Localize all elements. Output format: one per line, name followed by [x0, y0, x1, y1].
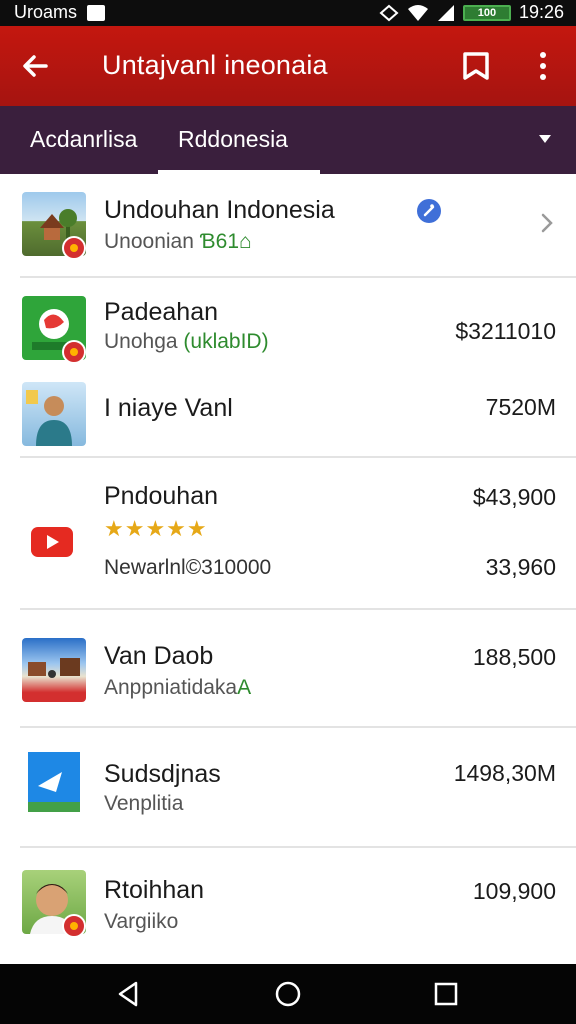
item-title: Pndouhan [104, 482, 219, 510]
bookmark-icon[interactable] [460, 50, 492, 82]
item-subtitle: Newarlnl©310000 [104, 556, 272, 579]
item-thumbnail [22, 752, 86, 816]
item-title: Van Daob [104, 642, 214, 670]
youtube-icon [31, 527, 73, 557]
item-subtitle: Venplitia [104, 792, 184, 815]
item-subtitle: Unoonian Ɓ61⌂ [104, 230, 252, 253]
item-value: 188,500 [472, 644, 556, 670]
badge-icon [62, 340, 86, 364]
rating-stars: ★★★★★ [104, 516, 208, 541]
clock: 19:26 [518, 2, 564, 22]
item-secondary-value: 33,960 [485, 554, 556, 580]
badge-icon [62, 236, 86, 260]
more-options-icon[interactable] [532, 50, 554, 82]
info-icon[interactable] [416, 198, 442, 224]
list-item[interactable]: Undouhan Indonesia Unoonian Ɓ61⌂ [0, 174, 576, 276]
list-item[interactable]: Pndouhan ★★★★★ Newarlnl©310000 $43,900 3… [0, 458, 576, 608]
item-title: I niaye Vanl [104, 394, 233, 422]
app-bar: Untajvanl ineonaia [0, 26, 576, 106]
list-item[interactable]: I niaye Vanl 7520M [0, 364, 576, 454]
item-subtitle: Vargiiko [104, 910, 179, 933]
item-value: 1498,30M [453, 760, 556, 786]
item-title: Undouhan Indonesia [104, 196, 335, 224]
tab-bar: Acdanrlisa Rddonesia [0, 106, 576, 174]
item-title: Sudsdjnas [104, 760, 221, 788]
battery-icon: 100 [462, 4, 511, 21]
item-thumbnail [22, 638, 86, 702]
notification-icon [87, 4, 106, 21]
home-circle-icon[interactable] [274, 980, 302, 1008]
item-subtitle: Unohga (uklabID) [104, 330, 269, 353]
back-triangle-icon[interactable] [114, 980, 142, 1008]
list-item[interactable]: Padeahan Unohga (uklabID) $3211010 [0, 278, 576, 364]
item-thumbnail [22, 382, 86, 446]
item-title: Padeahan [104, 298, 219, 326]
system-nav-bar [0, 964, 576, 1024]
sync-icon [379, 4, 399, 21]
carrier-label: Uroams [14, 2, 78, 22]
list-item[interactable]: Sudsdjnas Venplitia 1498,30M [0, 728, 576, 846]
dropdown-arrow-icon[interactable] [538, 134, 552, 144]
item-value: 109,900 [472, 878, 556, 904]
status-bar: Uroams 100 19:26 [0, 0, 576, 26]
tab-acdanrlisa[interactable]: Acdanrlisa [30, 126, 137, 153]
item-value: $3211010 [455, 318, 556, 344]
signal-icon [437, 4, 454, 21]
item-value: 7520M [485, 394, 556, 420]
back-arrow-icon[interactable] [18, 48, 54, 84]
item-value: $43,900 [472, 484, 556, 510]
list-item[interactable]: Van Daob AnppniatidakaA 188,500 [0, 610, 576, 726]
tab-rddonesia[interactable]: Rddonesia [178, 126, 288, 153]
page-title: Untajvanl ineonaia [102, 50, 328, 80]
item-title: Rtoihhan [104, 876, 205, 904]
badge-icon [62, 914, 86, 938]
item-list: Undouhan Indonesia Unoonian Ɓ61⌂ Padeaha… [0, 174, 576, 964]
wifi-icon [407, 4, 428, 21]
chevron-right-icon[interactable] [540, 212, 554, 234]
item-subtitle: AnppniatidakaA [104, 676, 252, 699]
list-item[interactable]: Rtoihhan Vargiiko 109,900 [0, 848, 576, 964]
recents-square-icon[interactable] [432, 980, 460, 1008]
